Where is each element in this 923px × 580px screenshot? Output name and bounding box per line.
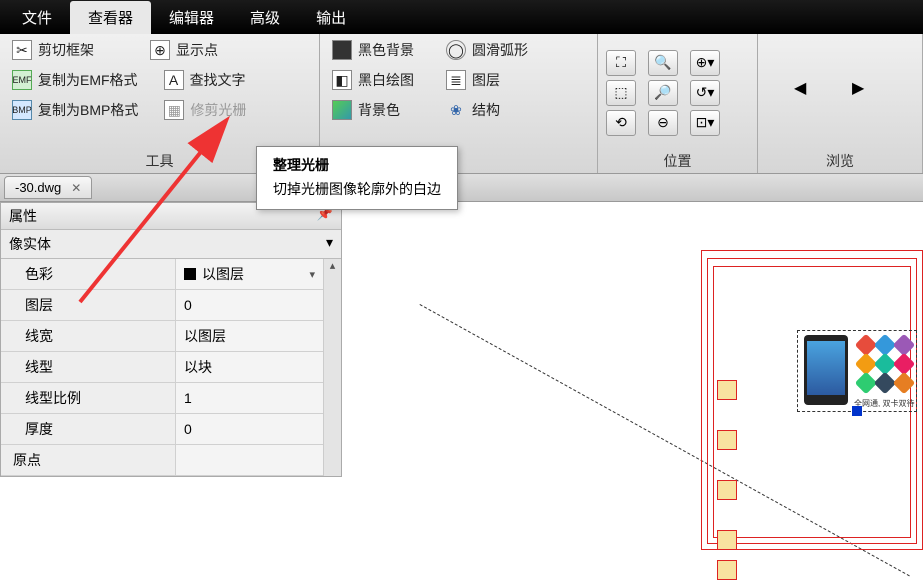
- structure-icon: ❀: [446, 100, 466, 120]
- prop-linetype-value[interactable]: 以块: [176, 352, 323, 383]
- close-icon[interactable]: ✕: [71, 181, 81, 195]
- prop-ltscale-value[interactable]: 1: [176, 383, 323, 414]
- menu-tab-editor[interactable]: 编辑器: [151, 1, 232, 34]
- menu-bar: 文件 查看器 编辑器 高级 输出: [0, 0, 923, 34]
- menu-tab-viewer[interactable]: 查看器: [70, 1, 151, 34]
- layers-label: 图层: [472, 70, 500, 90]
- ribbon: ✂ 剪切框架 ⊕ 显示点 EMF 复制为EMF格式 A 查找文字: [0, 34, 923, 174]
- tooltip-title: 整理光栅: [273, 155, 441, 175]
- copy-emf-button[interactable]: EMF 复制为EMF格式: [8, 68, 142, 92]
- copy-bmp-label: 复制为BMP格式: [38, 100, 138, 120]
- black-bg-button[interactable]: 黑色背景: [328, 38, 418, 62]
- chevron-down-icon: ▾: [326, 234, 333, 254]
- tooltip-desc: 切掉光栅图像轮廓外的白边: [273, 179, 441, 199]
- zoom-out-button[interactable]: ⊖: [648, 110, 678, 136]
- prop-color-value[interactable]: 以图层 ▾: [176, 259, 323, 290]
- prop-linetype-label: 线型: [1, 352, 176, 383]
- prop-origin-label: 原点: [1, 445, 176, 476]
- clip-frame-button[interactable]: ✂ 剪切框架: [8, 38, 98, 62]
- ribbon-group-browse-label: 浏览: [766, 147, 914, 171]
- selection-rect[interactable]: 全网通, 双卡双待: [797, 330, 917, 412]
- scissors-icon: ✂: [12, 40, 32, 60]
- show-points-label: 显示点: [176, 40, 218, 60]
- layers-button[interactable]: ≣ 图层: [442, 68, 504, 92]
- document-tab[interactable]: -30.dwg ✕: [4, 176, 92, 199]
- bg-color-button[interactable]: 背景色: [328, 98, 404, 122]
- bmp-icon: BMP: [12, 100, 32, 120]
- target-icon: ⊕: [150, 40, 170, 60]
- ribbon-group-browse: ◀ ▶ 浏览: [758, 34, 923, 173]
- document-tab-label: -30.dwg: [15, 180, 61, 195]
- find-text-button[interactable]: A 查找文字: [160, 68, 250, 92]
- zoom-realtime-button[interactable]: 🔎: [648, 80, 678, 106]
- menu-tab-file[interactable]: 文件: [4, 1, 70, 34]
- selection-handle[interactable]: [852, 406, 862, 416]
- black-bg-label: 黑色背景: [358, 40, 414, 60]
- zoom-previous-button[interactable]: ↺▾: [690, 80, 720, 106]
- prop-color-label: 色彩: [1, 259, 176, 290]
- prop-lineweight-value[interactable]: 以图层: [176, 321, 323, 352]
- find-text-icon: A: [164, 70, 184, 90]
- properties-grid: 色彩 以图层 ▾ ▴ 图层 0 线宽 以图层 线型 以块 线型比例 1 厚度 0…: [1, 259, 341, 476]
- prop-lineweight-label: 线宽: [1, 321, 176, 352]
- bg-color-icon: [332, 100, 352, 120]
- trim-raster-button[interactable]: ▦ 修剪光栅: [160, 98, 250, 122]
- properties-title: 属性: [9, 206, 37, 226]
- app-icons: [858, 337, 912, 391]
- prop-thickness-label: 厚度: [1, 414, 176, 445]
- prop-ltscale-label: 线型比例: [1, 383, 176, 414]
- prop-origin-value[interactable]: [176, 445, 323, 476]
- prop-layer-label: 图层: [1, 290, 176, 321]
- smooth-arc-button[interactable]: ◯ 圆滑弧形: [442, 38, 532, 62]
- prop-thickness-value[interactable]: 0: [176, 414, 323, 445]
- scrollbar[interactable]: ▴: [323, 259, 341, 476]
- trim-raster-icon: ▦: [164, 100, 184, 120]
- view-more-button[interactable]: ⊡▾: [690, 110, 720, 136]
- zoom-window-button[interactable]: ⛶: [606, 50, 636, 76]
- smooth-arc-label: 圆滑弧形: [472, 40, 528, 60]
- find-text-label: 查找文字: [190, 70, 246, 90]
- layers-icon: ≣: [446, 70, 466, 90]
- structure-label: 结构: [472, 100, 500, 120]
- zoom-in-button[interactable]: ⊕▾: [690, 50, 720, 76]
- copy-bmp-button[interactable]: BMP 复制为BMP格式: [8, 98, 142, 122]
- entity-type-label: 像实体: [9, 234, 51, 254]
- prop-layer-value[interactable]: 0: [176, 290, 323, 321]
- structure-button[interactable]: ❀ 结构: [442, 98, 504, 122]
- tooltip: 整理光栅 切掉光栅图像轮廓外的白边: [256, 146, 458, 210]
- bg-color-label: 背景色: [358, 100, 400, 120]
- entity-type-dropdown[interactable]: 像实体 ▾: [1, 230, 341, 259]
- phone-image: [804, 335, 848, 405]
- ribbon-group-position: ⛶ 🔍 ⊕▾ ⬚ 🔎 ↺▾ ⟲ ⊖ ⊡▾ 位置: [598, 34, 758, 173]
- copy-emf-label: 复制为EMF格式: [38, 70, 138, 90]
- browse-prev-button[interactable]: ◀: [794, 78, 828, 108]
- black-bg-icon: [332, 40, 352, 60]
- zoom-extents-button[interactable]: 🔍: [648, 50, 678, 76]
- bw-icon: ◧: [332, 70, 352, 90]
- chevron-down-icon: ▾: [309, 268, 315, 281]
- color-swatch-icon: [184, 268, 196, 280]
- bw-draw-button[interactable]: ◧ 黑白绘图: [328, 68, 418, 92]
- show-points-button[interactable]: ⊕ 显示点: [146, 38, 222, 62]
- view-rotate-button[interactable]: ⟲: [606, 110, 636, 136]
- trim-raster-label: 修剪光栅: [190, 100, 246, 120]
- pan-button[interactable]: ⬚: [606, 80, 636, 106]
- menu-tab-advanced[interactable]: 高级: [232, 1, 298, 34]
- image-caption: 全网通, 双卡双待: [854, 398, 914, 409]
- clip-frame-label: 剪切框架: [38, 40, 94, 60]
- emf-icon: EMF: [12, 70, 32, 90]
- ribbon-group-position-label: 位置: [606, 147, 749, 171]
- menu-tab-output[interactable]: 输出: [298, 1, 364, 34]
- document-tab-bar: -30.dwg ✕: [0, 174, 923, 202]
- bw-draw-label: 黑白绘图: [358, 70, 414, 90]
- arc-icon: ◯: [446, 40, 466, 60]
- browse-next-button[interactable]: ▶: [852, 78, 886, 108]
- properties-panel: 属性 📌 像实体 ▾ 色彩 以图层 ▾ ▴ 图层 0 线宽 以图层 线型 以块 …: [0, 202, 342, 477]
